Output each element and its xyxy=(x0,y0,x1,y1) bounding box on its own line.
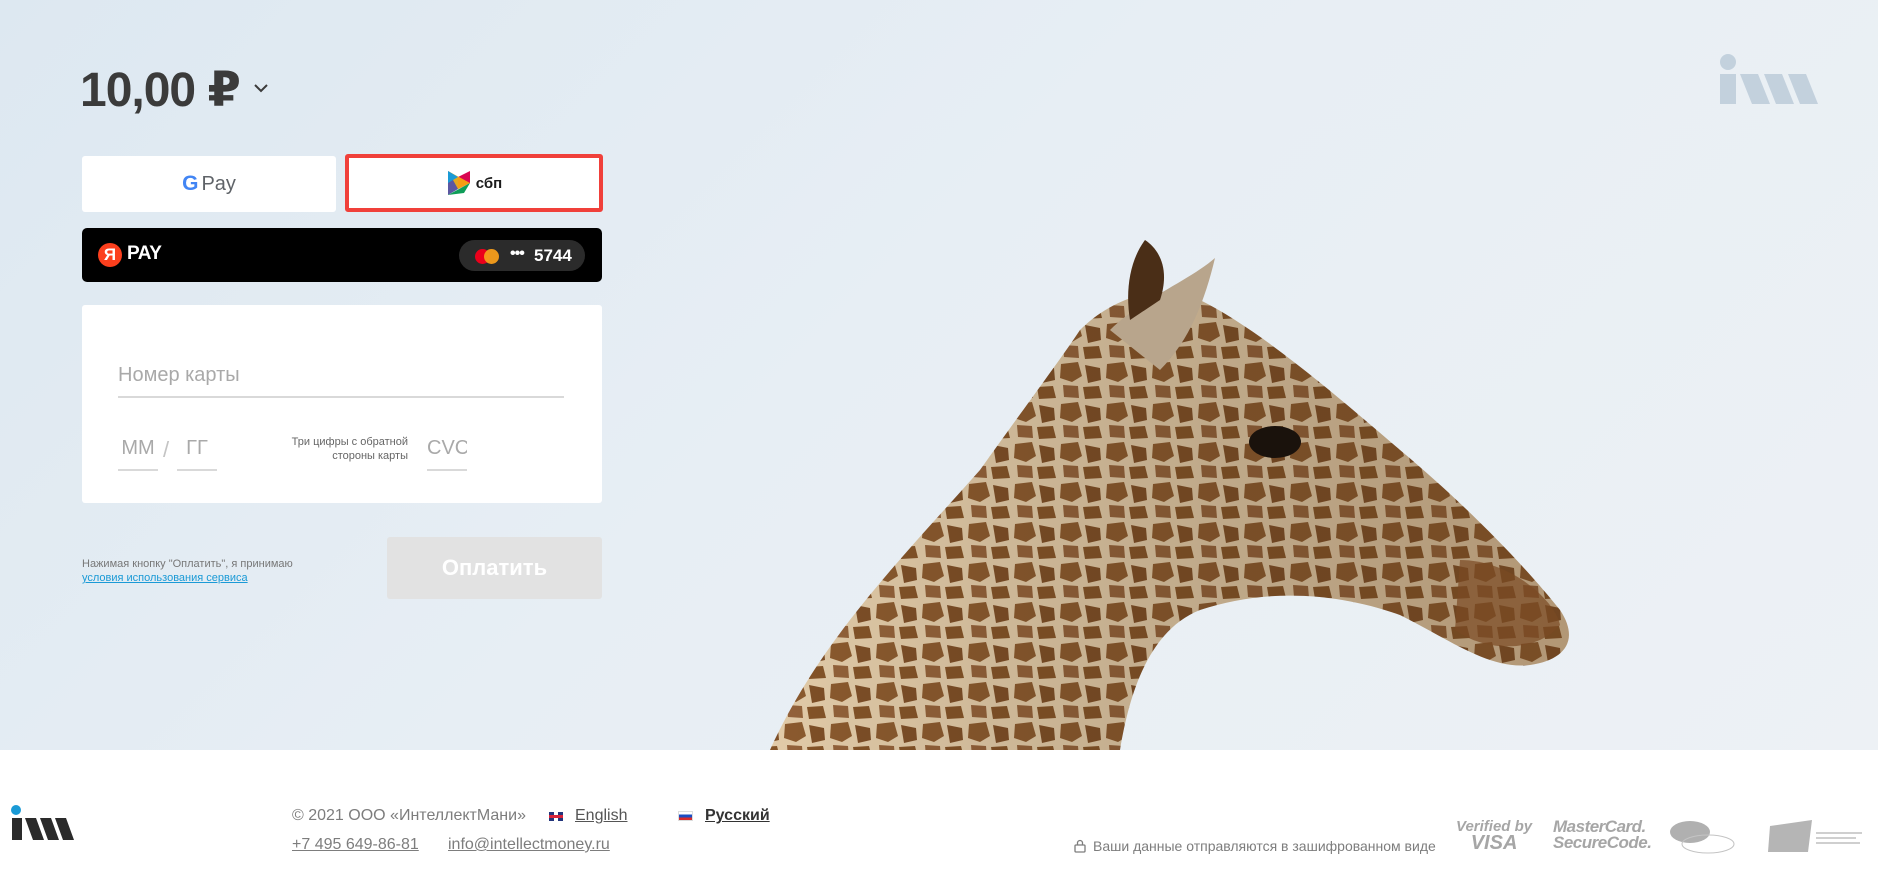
secure-notice-text: Ваши данные отправляются в зашифрованном… xyxy=(1093,838,1436,854)
sbp-logo-icon xyxy=(447,171,470,195)
google-pay-label: Pay xyxy=(201,172,236,195)
ru-flag-icon xyxy=(678,811,693,821)
phone-link[interactable]: +7 495 649-86-81 xyxy=(292,836,419,854)
sbp-button[interactable]: сбп xyxy=(345,154,603,212)
yandex-pay-button[interactable]: Я PAY ••• 5744 xyxy=(82,228,602,282)
card-number-input[interactable] xyxy=(118,360,564,398)
terms-statement: Нажимая кнопку "Оплатить", я принимаю xyxy=(82,558,293,570)
yandex-logo-icon: Я xyxy=(98,243,122,267)
footer-brand-logo xyxy=(11,805,74,840)
expiry-year-input[interactable] xyxy=(177,433,217,471)
terms-link[interactable]: условия использования сервиса xyxy=(82,571,293,585)
google-pay-button[interactable]: G Pay xyxy=(82,156,336,212)
visa-badge-bottom: VISA xyxy=(1470,832,1518,854)
pci-dss-badge xyxy=(1768,820,1862,852)
pay-button[interactable]: Оплатить xyxy=(387,537,602,599)
card-form: / Три цифры с обратной стороны карты xyxy=(82,305,602,503)
email-link[interactable]: info@intellectmoney.ru xyxy=(448,836,610,854)
hero-background: 10,00 ₽ G Pay сбп Я PAY ••• 5744 Номер к… xyxy=(0,0,1878,750)
mc-badge-bottom: SecureCode. xyxy=(1553,833,1652,852)
brand-logo xyxy=(1720,54,1818,104)
chevron-down-icon[interactable] xyxy=(253,82,269,94)
expiry-month-input[interactable] xyxy=(118,433,158,471)
sbp-label: сбп xyxy=(475,174,503,192)
card-mask-dots: ••• xyxy=(510,245,525,262)
uk-flag-icon xyxy=(549,811,563,821)
expiry-separator: / xyxy=(163,437,170,462)
saved-card-chip: ••• 5744 xyxy=(459,240,585,271)
language-russian[interactable]: Русский xyxy=(678,807,770,825)
cvc-input[interactable] xyxy=(427,433,467,471)
cvc-hint: Три цифры с обратной стороны карты xyxy=(291,436,408,462)
terms-text: Нажимая кнопку "Оплатить", я принимаю ус… xyxy=(82,557,293,585)
language-russian-label: Русский xyxy=(705,807,770,824)
language-english[interactable]: English xyxy=(549,807,627,825)
copyright: © 2021 ООО «ИнтеллектМани» xyxy=(292,807,526,824)
lock-icon xyxy=(1074,839,1086,853)
mastercard-icon-orange xyxy=(484,249,499,264)
secure-notice: Ваши данные отправляются в зашифрованном… xyxy=(1073,838,1436,854)
payment-amount: 10,00 ₽ xyxy=(80,64,241,117)
language-english-label: English xyxy=(575,807,628,824)
card-last4: 5744 xyxy=(534,246,572,265)
google-g-icon: G xyxy=(182,172,199,195)
mir-accept-badge xyxy=(1670,821,1735,854)
mastercard-securecode-badge: MasterCard. SecureCode. xyxy=(1553,818,1652,852)
verified-by-visa-badge: Verified by VISA xyxy=(1456,819,1532,854)
yandex-pay-label: PAY xyxy=(127,243,162,264)
